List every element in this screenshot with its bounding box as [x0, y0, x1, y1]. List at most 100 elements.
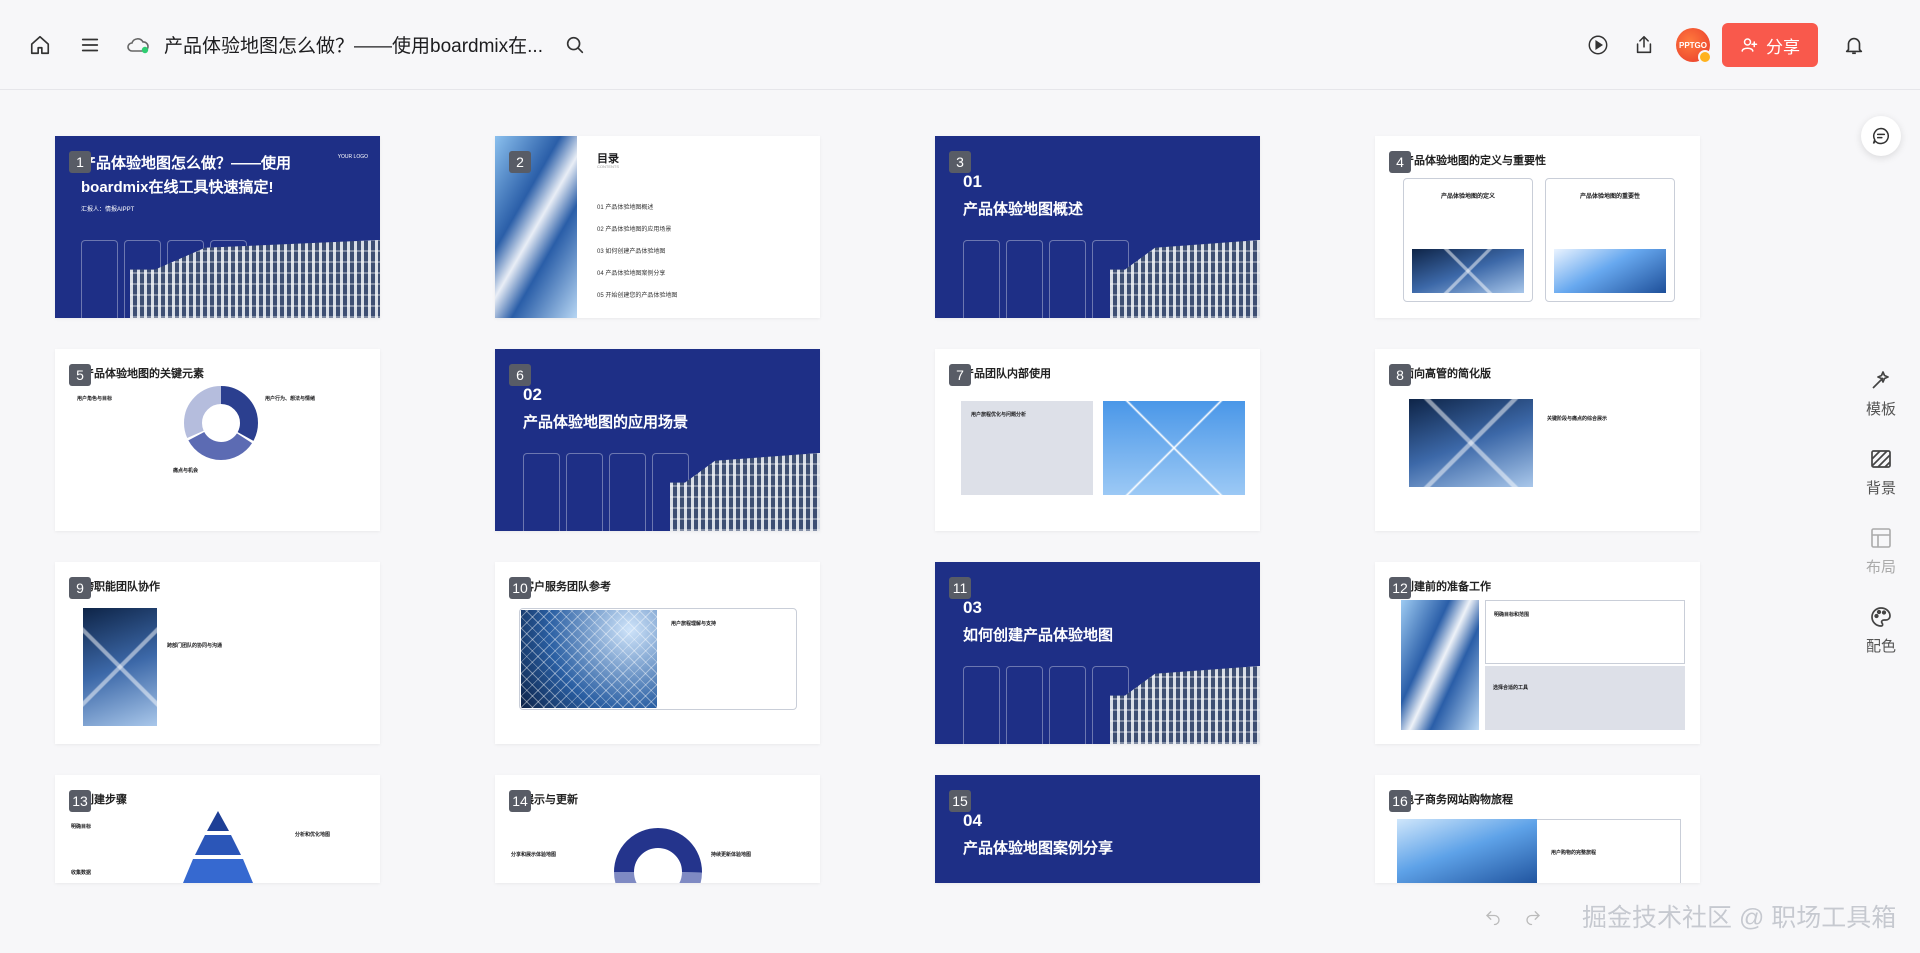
toc-list: 01 产品体验地图概述 02 产品体验地图的应用场景 03 如何创建产品体验地图… — [597, 204, 677, 301]
toc-item: 03 如何创建产品体验地图 — [597, 249, 666, 255]
avatar[interactable]: PPTGO — [1676, 28, 1712, 64]
slide-title: 展示与更新 — [523, 794, 578, 806]
top-bar: 产品体验地图怎么做？——使用boardmix在... PPTGO 分享 — [0, 0, 1920, 90]
tool-label: 配色 — [1865, 638, 1896, 655]
side-toolbar: 模板 背景 布局 配色 — [1860, 368, 1902, 684]
slide-title: 产品团队内部使用 — [963, 368, 1051, 380]
slide-title: 面向高管的简化版 — [1403, 368, 1491, 380]
slide-title: 创建前的准备工作 — [1403, 581, 1491, 593]
caption: 跨部门团队的协同与沟通 — [167, 643, 223, 649]
slide-thumbnail-9[interactable]: 9 跨职能团队协作 跨部门团队的协同与沟通 — [55, 562, 380, 744]
slide-subtitle: CONTENTS — [597, 164, 619, 169]
background-tool[interactable]: 背景 — [1860, 447, 1902, 498]
color-scheme-tool[interactable]: 配色 — [1860, 605, 1902, 656]
content-card: 产品体验地图的重要性 — [1545, 178, 1675, 302]
slide-thumbnail-1[interactable]: 1 产品体验地图怎么做？——使用 boardmix在线工具快速搞定! 汇报人：情… — [55, 136, 380, 318]
slide-number: 3 — [949, 151, 971, 173]
slide-thumbnail-12[interactable]: 12 创建前的准备工作 明确目标和范围 选择合适的工具 — [1375, 562, 1700, 744]
slide-thumbnail-11[interactable]: 11 03 如何创建产品体验地图 — [935, 562, 1260, 744]
content-card: 选择合适的工具 — [1485, 666, 1685, 730]
cycle-diagram — [614, 828, 702, 883]
comment-icon — [1872, 127, 1889, 145]
slide-thumbnail-4[interactable]: 4 产品体验地图的定义与重要性 产品体验地图的定义 产品体验地图的重要性 — [1375, 136, 1700, 318]
slide-thumbnail-13[interactable]: 13 创建步骤 明确目标 收集数据 分析和优化地图 — [55, 775, 380, 883]
pillar-decoration — [963, 666, 1129, 744]
undo-redo-group — [1484, 908, 1542, 926]
slide-thumbnail-5[interactable]: 5 产品体验地图的关键元素 用户角色与目标 用户行为、想法与情绪 痛点与机会 — [55, 349, 380, 531]
cycle-diagram — [184, 386, 258, 460]
toc-item: 05 开始创建您的产品体验地图 — [597, 293, 678, 299]
section-title: 如何创建产品体验地图 — [963, 627, 1114, 644]
tool-label: 布局 — [1865, 559, 1896, 576]
section-title: 产品体验地图的应用场景 — [523, 414, 689, 431]
slide-thumbnail-6[interactable]: 6 02 产品体验地图的应用场景 — [495, 349, 820, 531]
document-title[interactable]: 产品体验地图怎么做？——使用boardmix在... — [164, 31, 543, 58]
slide-thumbnail-3[interactable]: 3 01 产品体验地图概述 — [935, 136, 1260, 318]
building-image — [521, 610, 657, 708]
pyramid-diagram — [183, 811, 253, 883]
slide-thumbnail-14[interactable]: 14 展示与更新 分享和展示体验地图 持续更新体验地图 — [495, 775, 820, 883]
slide-thumbnail-7[interactable]: 7 产品团队内部使用 用户旅程优化与问题分析 — [935, 349, 1260, 531]
card-heading: 选择合适的工具 — [1493, 685, 1529, 691]
play-icon[interactable] — [1584, 31, 1612, 59]
card-image — [1554, 249, 1666, 293]
slide-number: 7 — [949, 364, 971, 386]
export-icon[interactable] — [1630, 31, 1658, 59]
user-plus-icon — [1741, 38, 1758, 52]
share-label: 分享 — [1766, 37, 1800, 57]
element-label: 用户角色与目标 — [77, 396, 113, 402]
element-label: 痛点与机会 — [173, 468, 199, 474]
slide-number: 13 — [69, 790, 91, 812]
slide-number: 6 — [509, 364, 531, 386]
layout-tool[interactable]: 布局 — [1860, 526, 1902, 577]
card-heading: 产品体验地图的定义 — [1440, 194, 1495, 200]
panel-heading: 用户旅程优化与问题分析 — [971, 412, 1027, 418]
building-image — [670, 453, 820, 531]
palette-icon — [1871, 607, 1891, 627]
slide-thumbnail-15[interactable]: 15 04 产品体验地图案例分享 — [935, 775, 1260, 883]
undo-icon[interactable] — [1484, 908, 1502, 926]
background-hatch-icon — [1871, 450, 1891, 468]
bell-icon[interactable] — [1840, 31, 1868, 59]
slide-number: 5 — [69, 364, 91, 386]
slide-number: 14 — [509, 790, 531, 812]
slide-thumbnail-8[interactable]: 8 面向高管的简化版 关键阶段与痛点的综合展示 — [1375, 349, 1700, 531]
slide-number: 15 — [949, 790, 971, 812]
text-panel: 用户旅程优化与问题分析 — [961, 401, 1093, 495]
step-label: 明确目标 — [71, 824, 92, 830]
slide-title: 客户服务团队参考 — [523, 581, 611, 593]
share-button[interactable]: 分享 — [1722, 23, 1818, 67]
template-tool[interactable]: 模板 — [1860, 368, 1902, 419]
card-image — [1412, 249, 1524, 293]
layout-icon — [1871, 528, 1891, 548]
magic-wand-icon — [1872, 371, 1889, 389]
cloud-synced-icon — [126, 35, 150, 55]
slide-number: 9 — [69, 577, 91, 599]
slide-title: 跨职能团队协作 — [83, 581, 160, 593]
building-image — [1409, 399, 1533, 487]
slide-number: 11 — [949, 577, 971, 599]
building-image — [1397, 819, 1537, 883]
search-icon[interactable] — [561, 31, 589, 59]
card-heading: 明确目标和范围 — [1494, 612, 1530, 618]
redo-icon[interactable] — [1524, 908, 1542, 926]
menu-icon[interactable] — [76, 31, 104, 59]
slide-thumbnail-16[interactable]: 16 电子商务网站购物旅程 用户购物的完整旅程 — [1375, 775, 1700, 883]
caption: 用户购物的完整旅程 — [1551, 850, 1597, 856]
tool-label: 背景 — [1865, 480, 1896, 497]
slide-number: 10 — [509, 577, 531, 599]
toc-item: 02 产品体验地图的应用场景 — [597, 227, 672, 233]
section-number: 01 — [963, 172, 982, 191]
building-image — [495, 136, 577, 318]
building-image — [1110, 240, 1260, 318]
content-card: 产品体验地图的定义 — [1403, 178, 1533, 302]
home-icon[interactable] — [26, 31, 54, 59]
section-title: 产品体验地图概述 — [963, 201, 1084, 218]
slide-thumbnail-2[interactable]: 2 目录 CONTENTS 01 产品体验地图概述 02 产品体验地图的应用场景… — [495, 136, 820, 318]
slide-title: 产品体验地图的定义与重要性 — [1403, 155, 1546, 167]
slide-thumbnail-10[interactable]: 10 客户服务团队参考 用户旅程理解与支持 — [495, 562, 820, 744]
toc-item: 04 产品体验地图案例分享 — [597, 271, 666, 277]
section-title: 产品体验地图案例分享 — [963, 840, 1114, 857]
comment-button[interactable] — [1861, 116, 1901, 156]
step-label: 收集数据 — [71, 870, 92, 876]
